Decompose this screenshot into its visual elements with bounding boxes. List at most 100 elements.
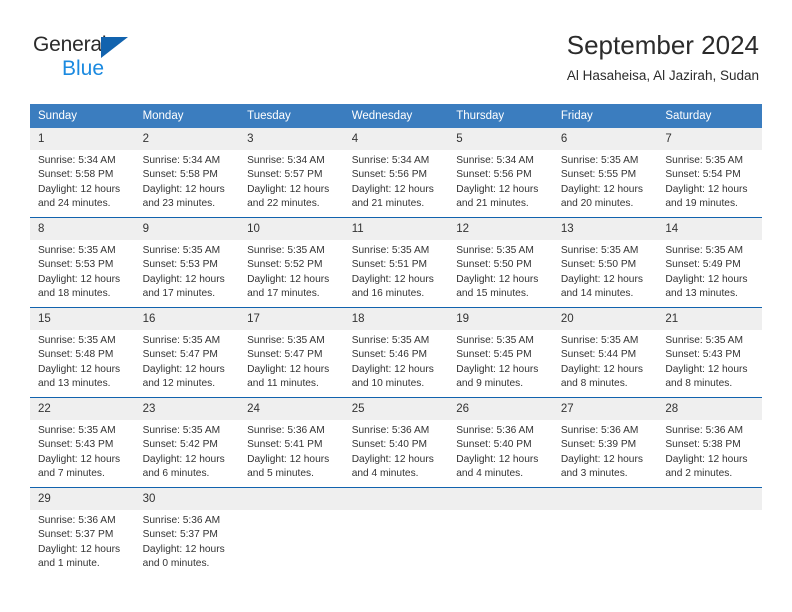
day-cell[interactable]: 1 Sunrise: 5:34 AM Sunset: 5:58 PM Daylight…: [30, 128, 135, 218]
day-cell[interactable]: 17 Sunrise: 5:35 AM Sunset: 5:47 PM Dayligh…: [239, 307, 344, 398]
day-info: Sunrise: 5:36 AM Sunset: 5:37 PM Daylight:…: [30, 510, 135, 571]
day-cell[interactable]: 14 Sunrise: 5:35 AM Sunset: 5:49 PM Dayligh…: [657, 217, 762, 308]
daylight-text: Daylight: 12 hours and 3 minutes.: [560, 453, 643, 479]
day-cell[interactable]: 28 Sunrise: 5:36 AM Sunset: 5:38 PM Dayligh…: [657, 397, 762, 488]
sunset-text: Sunset: 5:41 PM: [247, 439, 323, 451]
sunset-text: Sunset: 5:57 PM: [247, 169, 323, 181]
week-row: 1 Sunrise: 5:34 AM Sunset: 5:58 PM Daylight…: [30, 128, 762, 218]
day-cell[interactable]: 7 Sunrise: 5:35 AM Sunset: 5:54 PM Daylight…: [657, 128, 762, 218]
day-info: Sunrise: 5:34 AM Sunset: 5:58 PM Daylight:…: [30, 150, 135, 211]
logo-text-general: General: [33, 33, 107, 56]
day-cell[interactable]: 30 Sunrise: 5:36 AM Sunset: 5:37 PM Dayligh…: [134, 487, 240, 577]
day-cell[interactable]: 16 Sunrise: 5:35 AM Sunset: 5:47 PM Dayligh…: [134, 307, 240, 398]
daylight-text: Daylight: 12 hours and 16 minutes.: [351, 273, 434, 299]
day-info: Sunrise: 5:35 AM Sunset: 5:50 PM Daylight:…: [553, 240, 658, 301]
day-info: Sunrise: 5:35 AM Sunset: 5:43 PM Daylight:…: [30, 420, 135, 481]
day-cell-empty: [448, 487, 553, 577]
day-cell[interactable]: 23 Sunrise: 5:35 AM Sunset: 5:42 PM Dayligh…: [134, 397, 240, 488]
page-header: General Blue September 2024 Al Hasaheisa…: [0, 0, 792, 100]
sunrise-text: Sunrise: 5:36 AM: [665, 425, 743, 436]
daylight-text: Daylight: 12 hours and 8 minutes.: [665, 363, 748, 389]
sunset-text: Sunset: 5:46 PM: [351, 349, 428, 361]
day-cell[interactable]: 22 Sunrise: 5:35 AM Sunset: 5:43 PM Dayligh…: [30, 397, 135, 488]
daylight-text: Daylight: 12 hours and 20 minutes.: [560, 183, 643, 209]
day-cell[interactable]: 3 Sunrise: 5:34 AM Sunset: 5:57 PM Daylight…: [239, 128, 344, 218]
daylight-text: Daylight: 12 hours and 21 minutes.: [456, 183, 539, 209]
day-cell[interactable]: 5 Sunrise: 5:34 AM Sunset: 5:56 PM Daylight…: [448, 128, 553, 218]
day-cell[interactable]: 8 Sunrise: 5:35 AM Sunset: 5:53 PM Daylight…: [30, 217, 135, 308]
day-cell[interactable]: 20 Sunrise: 5:35 AM Sunset: 5:44 PM Dayligh…: [552, 307, 658, 398]
day-info: Sunrise: 5:34 AM Sunset: 5:57 PM Daylight:…: [239, 150, 344, 211]
day-cell[interactable]: 26 Sunrise: 5:36 AM Sunset: 5:40 PM Dayligh…: [448, 397, 553, 488]
sunset-text: Sunset: 5:40 PM: [456, 439, 532, 451]
sunrise-text: Sunrise: 5:35 AM: [665, 245, 743, 256]
daylight-text: Daylight: 12 hours and 21 minutes.: [351, 183, 434, 209]
day-info: Sunrise: 5:35 AM Sunset: 5:49 PM Daylight:…: [657, 240, 762, 301]
logo-triangle-icon: [101, 37, 128, 58]
sunrise-text: Sunrise: 5:35 AM: [665, 155, 743, 166]
day-info: Sunrise: 5:35 AM Sunset: 5:50 PM Daylight:…: [448, 240, 553, 301]
sunset-text: Sunset: 5:48 PM: [38, 349, 114, 361]
daylight-text: Daylight: 12 hours and 23 minutes.: [142, 183, 225, 209]
daylight-text: Daylight: 12 hours and 17 minutes.: [247, 273, 330, 299]
day-number: 10: [239, 218, 344, 240]
day-cell[interactable]: 25 Sunrise: 5:36 AM Sunset: 5:40 PM Dayligh…: [343, 397, 449, 488]
week-row: 15 Sunrise: 5:35 AM Sunset: 5:48 PM Dayligh…: [30, 307, 762, 398]
sunrise-text: Sunrise: 5:36 AM: [247, 425, 325, 436]
daylight-text: Daylight: 12 hours and 17 minutes.: [142, 273, 225, 299]
day-info: Sunrise: 5:35 AM Sunset: 5:54 PM Daylight:…: [657, 150, 762, 211]
daylight-text: Daylight: 12 hours and 13 minutes.: [38, 363, 121, 389]
sunrise-text: Sunrise: 5:35 AM: [247, 335, 325, 346]
day-info: Sunrise: 5:35 AM Sunset: 5:44 PM Daylight:…: [553, 330, 658, 391]
day-cell[interactable]: 24 Sunrise: 5:36 AM Sunset: 5:41 PM Dayligh…: [239, 397, 344, 488]
daylight-text: Daylight: 12 hours and 5 minutes.: [247, 453, 330, 479]
day-cell[interactable]: 4 Sunrise: 5:34 AM Sunset: 5:56 PM Daylight…: [343, 128, 449, 218]
sunset-text: Sunset: 5:40 PM: [351, 439, 428, 451]
day-cell[interactable]: 11 Sunrise: 5:35 AM Sunset: 5:51 PM Dayligh…: [343, 217, 449, 308]
day-cell-empty: [657, 487, 762, 577]
day-info: Sunrise: 5:35 AM Sunset: 5:46 PM Daylight:…: [344, 330, 449, 391]
day-cell[interactable]: 13 Sunrise: 5:35 AM Sunset: 5:50 PM Dayligh…: [552, 217, 658, 308]
sunrise-text: Sunrise: 5:35 AM: [456, 335, 534, 346]
day-cell[interactable]: 29 Sunrise: 5:36 AM Sunset: 5:37 PM Dayligh…: [30, 487, 135, 577]
sunset-text: Sunset: 5:42 PM: [142, 439, 218, 451]
sunset-text: Sunset: 5:50 PM: [456, 259, 532, 271]
day-cell[interactable]: 12 Sunrise: 5:35 AM Sunset: 5:50 PM Dayligh…: [448, 217, 553, 308]
sunset-text: Sunset: 5:37 PM: [142, 529, 218, 541]
day-info: Sunrise: 5:35 AM Sunset: 5:47 PM Daylight:…: [239, 330, 344, 391]
day-cell[interactable]: 9 Sunrise: 5:35 AM Sunset: 5:53 PM Daylight…: [134, 217, 240, 308]
daylight-text: Daylight: 12 hours and 15 minutes.: [456, 273, 539, 299]
day-cell[interactable]: 2 Sunrise: 5:34 AM Sunset: 5:58 PM Daylight…: [134, 128, 240, 218]
day-cell[interactable]: 18 Sunrise: 5:35 AM Sunset: 5:46 PM Dayligh…: [343, 307, 449, 398]
daylight-text: Daylight: 12 hours and 24 minutes.: [38, 183, 121, 209]
sunset-text: Sunset: 5:54 PM: [665, 169, 741, 181]
day-cell[interactable]: 21 Sunrise: 5:35 AM Sunset: 5:43 PM Dayligh…: [657, 307, 762, 398]
daylight-text: Daylight: 12 hours and 8 minutes.: [560, 363, 643, 389]
day-cell[interactable]: 19 Sunrise: 5:35 AM Sunset: 5:45 PM Dayligh…: [448, 307, 553, 398]
day-number: 4: [343, 128, 449, 150]
calendar-grid: Sunday Monday Tuesday Wednesday Thursday…: [30, 104, 762, 577]
day-info: Sunrise: 5:34 AM Sunset: 5:56 PM Daylight:…: [344, 150, 449, 211]
weekday-header-monday: Monday: [134, 104, 240, 128]
day-info: Sunrise: 5:34 AM Sunset: 5:56 PM Daylight:…: [448, 150, 553, 211]
day-cell[interactable]: 27 Sunrise: 5:36 AM Sunset: 5:39 PM Dayligh…: [552, 397, 658, 488]
daylight-text: Daylight: 12 hours and 4 minutes.: [456, 453, 539, 479]
sunrise-text: Sunrise: 5:36 AM: [351, 425, 430, 436]
sunset-text: Sunset: 5:51 PM: [351, 259, 428, 271]
day-cell-empty: [239, 487, 344, 577]
day-number: 2: [134, 128, 240, 150]
day-cell[interactable]: 6 Sunrise: 5:35 AM Sunset: 5:55 PM Daylight…: [552, 128, 658, 218]
sunset-text: Sunset: 5:43 PM: [38, 439, 114, 451]
generalblue-logo[interactable]: General Blue: [33, 32, 213, 86]
day-cell[interactable]: 15 Sunrise: 5:35 AM Sunset: 5:48 PM Dayligh…: [30, 307, 135, 398]
sunrise-text: Sunrise: 5:35 AM: [38, 335, 116, 346]
weekday-header-tuesday: Tuesday: [239, 104, 344, 128]
sunrise-text: Sunrise: 5:35 AM: [560, 335, 639, 346]
sunset-text: Sunset: 5:55 PM: [560, 169, 637, 181]
day-cell[interactable]: 10 Sunrise: 5:35 AM Sunset: 5:52 PM Dayligh…: [239, 217, 344, 308]
sunrise-text: Sunrise: 5:36 AM: [560, 425, 639, 436]
day-number: 1: [30, 128, 135, 150]
day-number: 8: [30, 218, 135, 240]
day-info: Sunrise: 5:35 AM Sunset: 5:45 PM Daylight:…: [448, 330, 553, 391]
sunset-text: Sunset: 5:45 PM: [456, 349, 532, 361]
